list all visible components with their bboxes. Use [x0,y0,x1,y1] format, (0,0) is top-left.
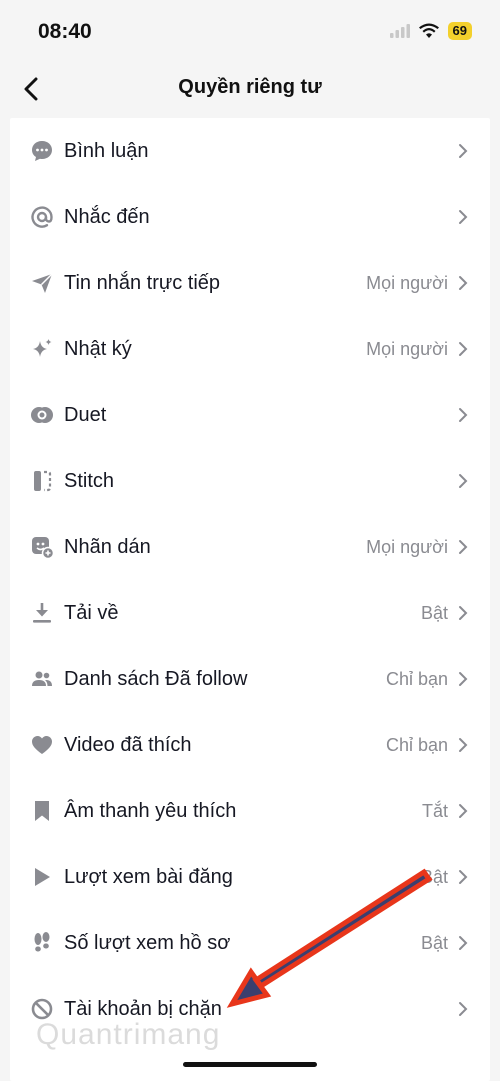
settings-row-direct-messages[interactable]: Tin nhắn trực tiếp Mọi người [10,250,490,316]
chevron-right-icon [456,603,470,623]
settings-list: Bình luận Nhắc đến Tin nhắn trực tiếp Mọ… [10,118,490,1081]
row-value: Bật [420,867,448,887]
row-label: Số lượt xem hồ sơ [64,932,231,954]
chevron-right-icon [456,801,470,821]
nav-bar: Quyền riêng tư [0,62,500,116]
settings-row-stories[interactable]: Nhật ký Mọi người [10,316,490,382]
bookmark-icon [30,799,54,823]
row-label: Tải về [64,602,119,624]
row-label: Bình luận [64,140,149,162]
status-icons: 69 [389,22,472,40]
row-label: Video đã thích [64,734,192,756]
duet-icon [30,403,54,427]
signal-icon [389,24,410,38]
settings-row-following-list[interactable]: Danh sách Đã follow Chỉ bạn [10,646,490,712]
sticker-icon [30,535,54,559]
at-icon [30,205,54,229]
row-value: Bật [420,933,448,953]
chevron-right-icon [456,867,470,887]
home-indicator [183,1062,317,1067]
comment-icon [30,139,54,163]
chevron-right-icon [456,339,470,359]
sparkle-icon [30,337,54,361]
settings-row-post-views[interactable]: Lượt xem bài đăng Bật [10,844,490,910]
row-label: Nhắc đến [64,206,150,228]
row-label: Lượt xem bài đăng [64,866,233,888]
row-label: Nhật ký [64,338,132,360]
chevron-right-icon [456,471,470,491]
settings-row-mentions[interactable]: Nhắc đến [10,184,490,250]
heart-icon [30,733,54,757]
chevron-right-icon [456,207,470,227]
row-label: Duet [64,404,107,426]
send-icon [30,271,54,295]
row-label: Tin nhắn trực tiếp [64,272,221,294]
settings-row-liked-videos[interactable]: Video đã thích Chỉ bạn [10,712,490,778]
chevron-right-icon [456,537,470,557]
chevron-right-icon [456,273,470,293]
row-value: Bật [420,603,448,623]
watermark: Quantrimang [36,1018,221,1051]
row-label: Âm thanh yêu thích [64,800,237,822]
page-title: Quyền riêng tư [178,76,322,98]
download-icon [30,601,54,625]
row-value: Mọi người [366,339,448,359]
row-value: Tắt [421,801,448,821]
row-value: Chỉ bạn [385,669,448,689]
chevron-right-icon [456,735,470,755]
play-icon [30,865,54,889]
row-value: Chỉ bạn [385,735,448,755]
chevron-right-icon [456,933,470,953]
settings-row-favorite-sounds[interactable]: Âm thanh yêu thích Tắt [10,778,490,844]
settings-row-stickers[interactable]: Nhãn dán Mọi người [10,514,490,580]
footprints-icon [30,931,54,955]
status-bar: 08:40 69 [0,0,500,62]
stitch-icon [30,469,54,493]
battery-indicator: 69 [447,22,472,40]
row-label: Stitch [64,470,115,492]
chevron-right-icon [456,999,470,1019]
settings-row-stitch[interactable]: Stitch [10,448,490,514]
settings-row-duet[interactable]: Duet [10,382,490,448]
status-time: 08:40 [38,20,92,43]
row-value: Mọi người [366,273,448,293]
row-value: Mọi người [366,537,448,557]
row-label: Danh sách Đã follow [64,668,248,690]
chevron-right-icon [456,405,470,425]
settings-row-profile-views[interactable]: Số lượt xem hồ sơ Bật [10,910,490,976]
settings-row-downloads[interactable]: Tải về Bật [10,580,490,646]
chevron-right-icon [456,141,470,161]
settings-row-comments[interactable]: Bình luận [10,118,490,184]
chevron-right-icon [456,669,470,689]
wifi-icon [418,23,439,38]
people-icon [30,667,54,691]
row-label: Nhãn dán [64,536,151,558]
